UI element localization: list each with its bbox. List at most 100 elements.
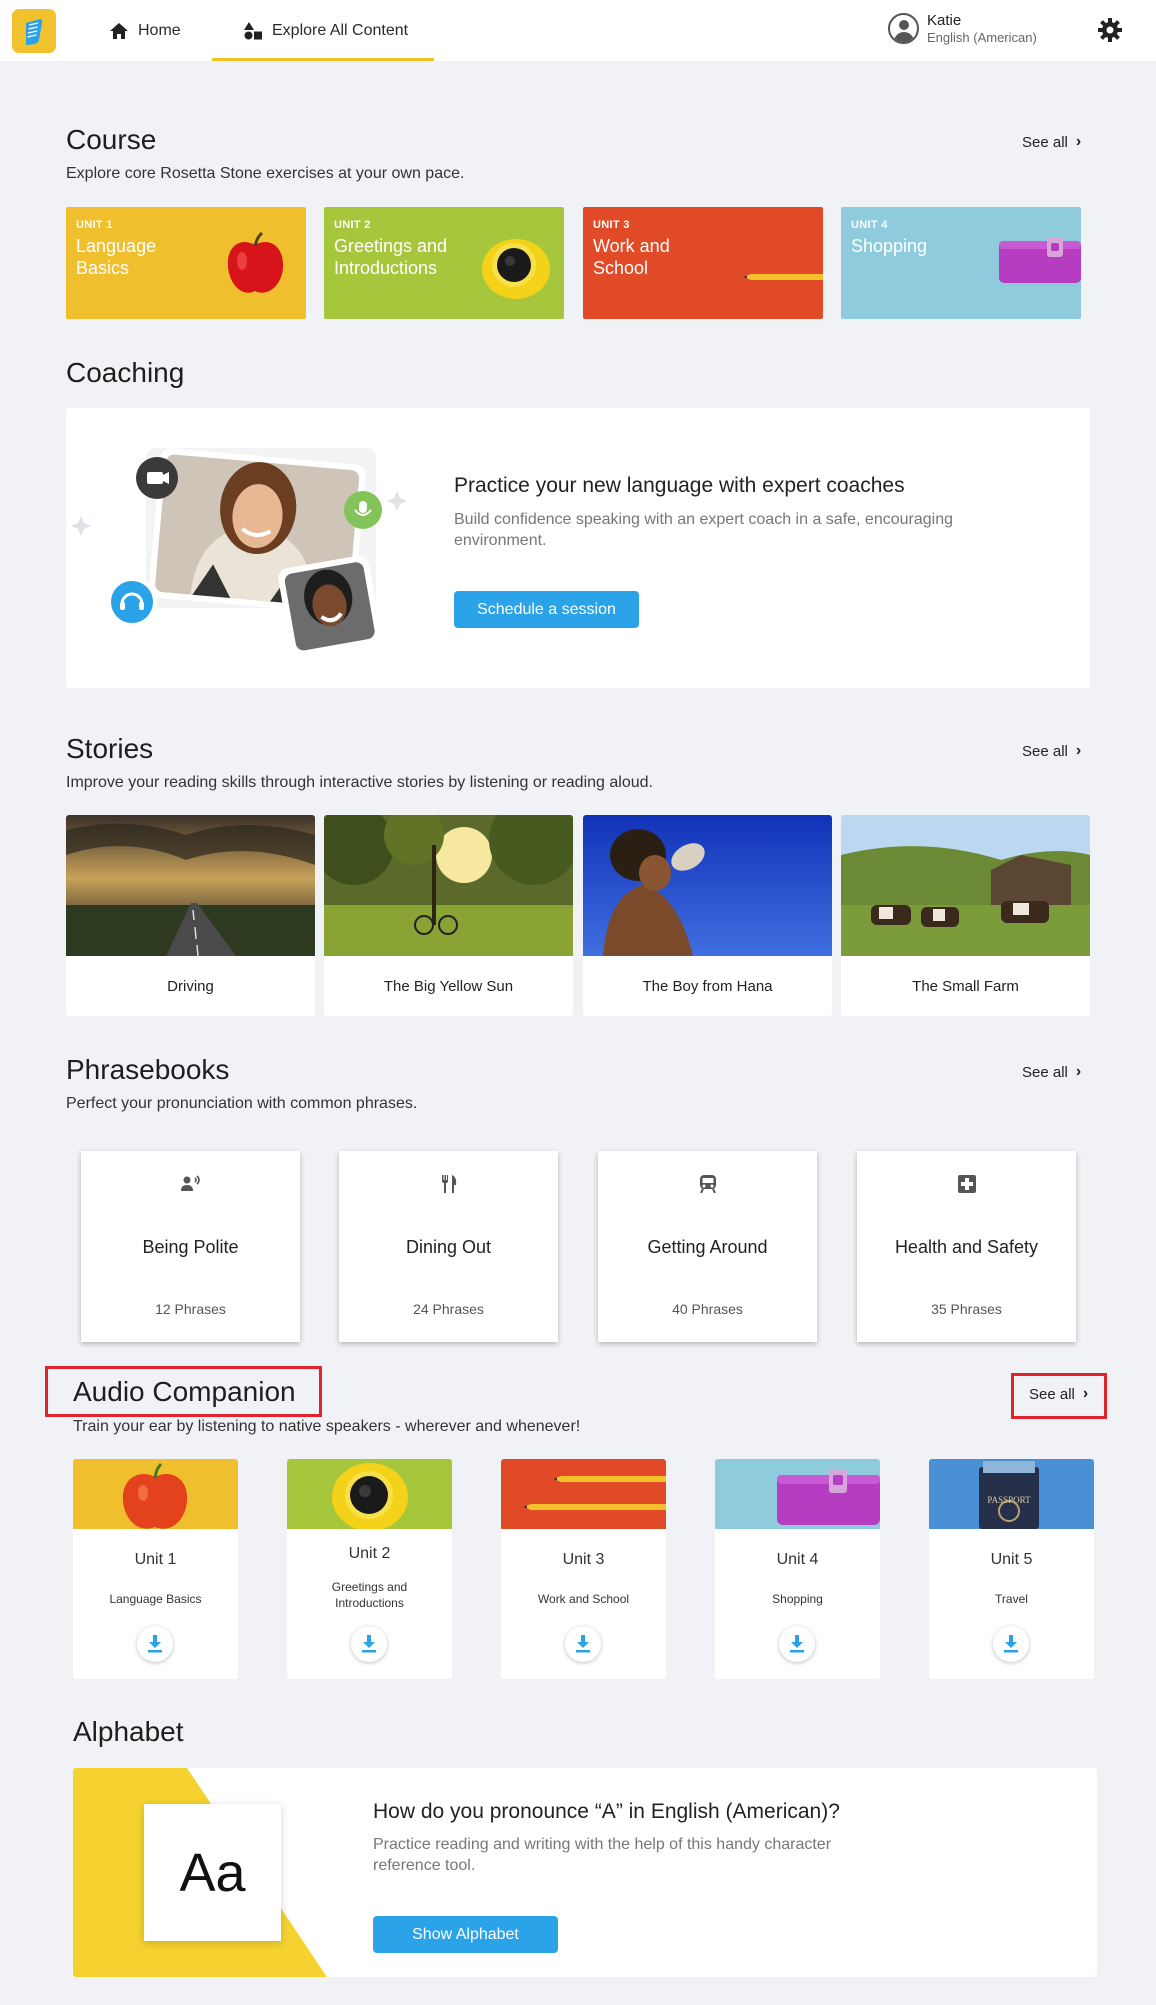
audio-unit-card[interactable]: Unit 2 Greetings and Introductions [287, 1459, 452, 1679]
speaking-person-icon [180, 1175, 200, 1191]
user-language: English (American) [927, 30, 1037, 45]
story-card[interactable]: The Big Yellow Sun [324, 815, 573, 1016]
nav-home-tab[interactable]: Home [110, 0, 181, 61]
audio-companion-title: Audio Companion [73, 1376, 296, 1407]
gear-icon[interactable] [1097, 17, 1123, 43]
phrasebook-card[interactable]: Getting Around 40 Phrases [598, 1151, 817, 1342]
chevron-right-icon: › [1075, 133, 1082, 150]
audio-unit-number: Unit 5 [990, 1551, 1033, 1568]
nav-explore-label: Explore All Content [272, 21, 409, 39]
alphabet-card-description: Practice reading and writing with the he… [373, 1836, 832, 1874]
alphabet-sample: Aa [144, 1804, 281, 1941]
apple-icon [73, 1459, 238, 1529]
phrasebooks-see-all-link[interactable]: See all › [1022, 1063, 1081, 1081]
download-button[interactable] [993, 1626, 1029, 1662]
download-icon [576, 1635, 590, 1653]
story-title: The Boy from Hana [642, 977, 773, 995]
course-unit-card[interactable]: UNIT 2 Greetings and Introductions [324, 207, 564, 319]
story-image-farm [841, 815, 1090, 956]
audio-unit-card[interactable]: Unit 4 Shopping [715, 1459, 880, 1679]
see-all-label: See all [1022, 1063, 1068, 1081]
unit-name: Language Basics [76, 236, 157, 278]
coaching-card: Practice your new language with expert c… [66, 408, 1090, 688]
audio-unit-name: Greetings and Introductions [331, 1580, 408, 1610]
story-card[interactable]: The Boy from Hana [583, 815, 832, 1016]
audio-companion-subtitle: Train your ear by listening to native sp… [73, 1418, 581, 1435]
unit-name: Greetings and Introductions [334, 236, 448, 278]
top-navigation: Home Explore All Content Katie English (… [0, 0, 1156, 61]
audio-unit-number: Unit 4 [776, 1551, 819, 1568]
course-see-all-link[interactable]: See all › [1022, 133, 1081, 151]
phrasebooks-title: Phrasebooks [66, 1054, 230, 1085]
download-button[interactable] [565, 1626, 601, 1662]
stories-title: Stories [66, 733, 154, 764]
active-tab-indicator [212, 58, 434, 61]
phrasebook-card[interactable]: Being Polite 12 Phrases [81, 1151, 300, 1342]
alphabet-title: Alphabet [73, 1716, 184, 1747]
phrasebook-card[interactable]: Health and Safety 35 Phrases [857, 1151, 1076, 1342]
wallet-icon [999, 237, 1081, 283]
course-subtitle: Explore core Rosetta Stone exercises at … [66, 165, 465, 182]
user-menu[interactable]: Katie English (American) [888, 12, 1037, 46]
download-icon [148, 1635, 162, 1653]
fork-knife-icon [441, 1175, 456, 1193]
unit-number: UNIT 1 [76, 219, 113, 231]
home-icon [110, 22, 128, 39]
alphabet-card: Aa How do you pronounce “A” in English (… [73, 1768, 1097, 1977]
course-unit-card[interactable]: UNIT 3 Work and School [583, 207, 823, 319]
story-image-park [324, 815, 573, 956]
nav-explore-tab[interactable]: Explore All Content [244, 0, 408, 61]
audio-unit-number: Unit 2 [348, 1545, 391, 1562]
audio-companion-see-all-link[interactable]: See all › [1029, 1385, 1088, 1403]
train-icon [699, 1175, 716, 1194]
audio-unit-name: Work and School [537, 1592, 630, 1606]
unit-number: UNIT 3 [593, 219, 630, 231]
phrasebook-card[interactable]: Dining Out 24 Phrases [339, 1151, 558, 1342]
apple-icon [227, 231, 284, 293]
audio-unit-name: Language Basics [109, 1592, 202, 1606]
stories-subtitle: Improve your reading skills through inte… [66, 774, 653, 791]
wallet-icon [715, 1459, 880, 1529]
phrasebook-count: 12 Phrases [155, 1301, 226, 1317]
see-all-label: See all [1022, 133, 1068, 151]
course-unit-card[interactable]: UNIT 4 Shopping [841, 207, 1081, 319]
unit-name: Work and School [593, 236, 670, 278]
course-unit-card[interactable]: UNIT 1 Language Basics [66, 207, 306, 319]
pencil-icon [501, 1459, 666, 1529]
audio-unit-number: Unit 1 [134, 1551, 177, 1568]
stories-see-all-link[interactable]: See all › [1022, 742, 1081, 760]
phrasebook-title: Getting Around [647, 1237, 768, 1257]
story-title: The Small Farm [912, 977, 1019, 995]
phrasebook-count: 40 Phrases [672, 1301, 743, 1317]
audio-unit-card[interactable]: PASSPORT Unit 5 Travel [929, 1459, 1094, 1679]
audio-unit-card[interactable]: Unit 1 Language Basics [73, 1459, 238, 1679]
see-all-label: See all [1022, 742, 1068, 760]
story-title: The Big Yellow Sun [383, 977, 514, 995]
coffee-cup-icon [287, 1459, 452, 1529]
story-image-road [66, 815, 315, 956]
schedule-session-button[interactable]: Schedule a session [454, 591, 639, 628]
download-button[interactable] [351, 1626, 387, 1662]
show-alphabet-button[interactable]: Show Alphabet [373, 1916, 558, 1953]
download-button[interactable] [779, 1626, 815, 1662]
story-card[interactable]: The Small Farm [841, 815, 1090, 1016]
alphabet-card-title: How do you pronounce “A” in English (Ame… [373, 1800, 840, 1823]
download-button[interactable] [137, 1626, 173, 1662]
phrasebook-count: 24 Phrases [413, 1301, 484, 1317]
user-name: Katie [927, 12, 962, 29]
avatar [888, 13, 919, 45]
download-icon [1004, 1635, 1018, 1653]
chevron-right-icon: › [1082, 1385, 1089, 1402]
phrasebook-count: 35 Phrases [931, 1301, 1002, 1317]
see-all-label: See all [1029, 1385, 1075, 1403]
story-card[interactable]: Driving [66, 815, 315, 1016]
coaching-card-description: Build confidence speaking with an expert… [454, 511, 953, 549]
phrasebook-title: Being Polite [142, 1237, 239, 1257]
audio-unit-card[interactable]: Unit 3 Work and School [501, 1459, 666, 1679]
passport-icon: PASSPORT [929, 1459, 1094, 1529]
rosetta-stone-logo[interactable] [12, 9, 56, 53]
story-title: Driving [167, 977, 214, 995]
audio-unit-number: Unit 3 [562, 1551, 605, 1568]
phrasebooks-subtitle: Perfect your pronunciation with common p… [66, 1095, 418, 1112]
download-icon [790, 1635, 804, 1653]
